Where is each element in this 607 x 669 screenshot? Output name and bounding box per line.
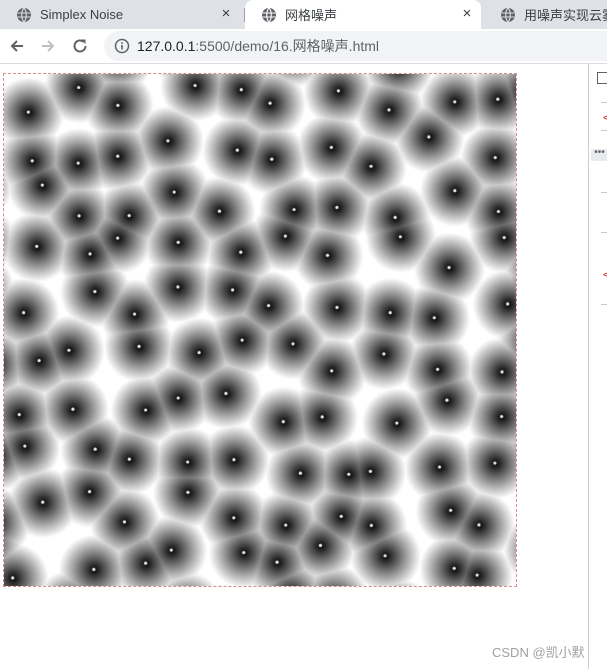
close-icon[interactable]: ×: [459, 6, 475, 22]
page-content: [0, 64, 588, 669]
devtools-line: [601, 102, 607, 103]
toolbar: 127.0.0.1:5500/demo/16.网格噪声.html: [0, 29, 607, 63]
close-icon[interactable]: ×: [218, 6, 234, 22]
globe-icon: [262, 7, 276, 22]
browser-window: Simplex Noise × 网格噪声 × 用噪声实现云雾效 127.0.0.…: [0, 0, 607, 669]
devtools-element-marker: <: [603, 113, 607, 124]
devtools-line: [601, 304, 607, 305]
tab-simplex-noise[interactable]: Simplex Noise ×: [0, 0, 244, 29]
tab-title: Simplex Noise: [40, 7, 124, 22]
forward-button[interactable]: [34, 32, 62, 60]
back-button[interactable]: [3, 32, 31, 60]
devtools-element-marker: <: [603, 270, 607, 281]
tab-grid-noise[interactable]: 网格噪声 ×: [245, 0, 481, 29]
devtools-panel[interactable]: < ••• <: [588, 64, 607, 669]
back-arrow-icon: [10, 40, 23, 52]
devtools-line: [601, 192, 607, 193]
more-icon[interactable]: •••: [591, 148, 607, 161]
tab-cloud-noise[interactable]: 用噪声实现云雾效: [484, 0, 607, 29]
watermark: CSDN @凯小默: [492, 645, 585, 660]
globe-icon: [17, 7, 31, 22]
cellular-noise-canvas[interactable]: [3, 73, 517, 587]
devtools-line: [601, 130, 607, 131]
devtools-line: [601, 232, 607, 233]
url-host: 127.0.0.1: [137, 38, 196, 54]
reload-button[interactable]: [66, 32, 94, 60]
url-path: :5500/demo/16.网格噪声.html: [195, 38, 380, 54]
inspect-icon[interactable]: [597, 72, 607, 84]
reload-icon: [73, 39, 87, 53]
info-icon[interactable]: [114, 38, 130, 54]
tab-strip: Simplex Noise × 网格噪声 × 用噪声实现云雾效: [0, 0, 607, 29]
tab-title: 用噪声实现云雾效: [524, 8, 607, 23]
tab-title: 网格噪声: [285, 8, 338, 23]
forward-arrow-icon: [42, 40, 55, 52]
address-bar[interactable]: 127.0.0.1:5500/demo/16.网格噪声.html: [104, 31, 607, 61]
url-text[interactable]: 127.0.0.1:5500/demo/16.网格噪声.html: [137, 31, 379, 61]
globe-icon: [501, 7, 515, 22]
